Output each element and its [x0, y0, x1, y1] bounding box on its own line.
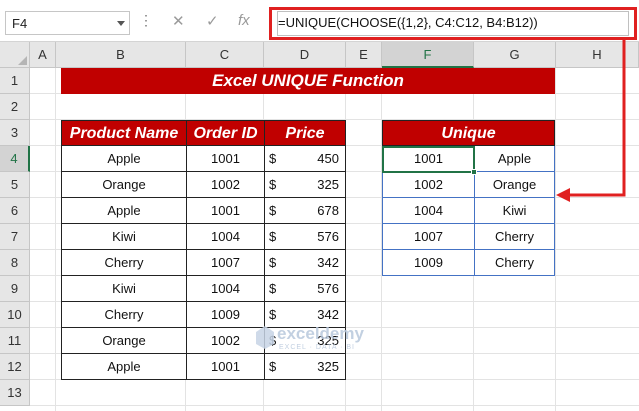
column-header-g[interactable]: G	[474, 42, 556, 68]
name-box-value: F4	[12, 16, 28, 31]
formula-input[interactable]: =UNIQUE(CHOOSE({1,2}, C4:C12, B4:B12))	[269, 7, 637, 40]
row-header-11[interactable]: 11	[0, 328, 30, 354]
formula-bar: F4 ⋮ ✕ ✓ fx =UNIQUE(CHOOSE({1,2}, C4:C12…	[0, 0, 639, 42]
unique-cell-order-id[interactable]: 1004	[382, 198, 475, 224]
currency-symbol: $	[269, 255, 277, 270]
row-header-4[interactable]: 4	[0, 146, 30, 172]
sheet-title: Excel UNIQUE Function	[61, 68, 555, 94]
cell-product-name[interactable]: Kiwi	[61, 276, 187, 302]
column-header-d[interactable]: D	[264, 42, 346, 68]
unique-cell-order-id[interactable]: 1009	[382, 250, 475, 276]
exceldemy-logo-icon	[256, 326, 274, 349]
cell-order-id[interactable]: 1009	[187, 302, 265, 328]
cell-product-name[interactable]: Cherry	[61, 250, 187, 276]
unique-cell-order-id[interactable]: 1001	[382, 146, 475, 172]
unique-cell-product[interactable]: Apple	[475, 146, 555, 172]
insert-function-icon[interactable]: fx	[238, 12, 250, 29]
column-header-e[interactable]: E	[346, 42, 382, 68]
row-header-2[interactable]: 2	[0, 94, 30, 120]
price-value: 576	[317, 281, 339, 296]
cell-order-id[interactable]: 1004	[187, 276, 265, 302]
row-header-7[interactable]: 7	[0, 224, 30, 250]
column-header-c[interactable]: C	[186, 42, 264, 68]
more-options-icon[interactable]: ⋮	[139, 12, 153, 29]
column-header-a[interactable]: A	[30, 42, 56, 68]
price-value: 576	[317, 229, 339, 244]
exceldemy-watermark: exceldemy EXCEL · DATA · BI	[255, 324, 364, 355]
header-product-name: Product Name	[61, 120, 187, 146]
gridline-horizontal	[30, 405, 639, 406]
cell-price[interactable]: $450	[265, 146, 346, 172]
row-header-13[interactable]: 13	[0, 380, 30, 406]
cell-order-id[interactable]: 1001	[187, 146, 265, 172]
row-header-10[interactable]: 10	[0, 302, 30, 328]
formula-text: =UNIQUE(CHOOSE({1,2}, C4:C12, B4:B12))	[278, 15, 538, 30]
unique-cell-order-id[interactable]: 1002	[382, 172, 475, 198]
watermark-name: exceldemy	[277, 324, 364, 343]
cell-product-name[interactable]: Apple	[61, 146, 187, 172]
unique-cell-order-id[interactable]: 1007	[382, 224, 475, 250]
price-value: 678	[317, 203, 339, 218]
currency-symbol: $	[269, 281, 277, 296]
cell-order-id[interactable]: 1001	[187, 354, 265, 380]
price-value: 325	[317, 177, 339, 192]
cell-price[interactable]: $576	[265, 224, 346, 250]
column-header-f[interactable]: F	[382, 42, 474, 68]
row-header-8[interactable]: 8	[0, 250, 30, 276]
cell-price[interactable]: $576	[265, 276, 346, 302]
cell-product-name[interactable]: Cherry	[61, 302, 187, 328]
price-value: 325	[317, 359, 339, 374]
price-value: 342	[317, 255, 339, 270]
header-unique: Unique	[382, 120, 555, 146]
unique-cell-product[interactable]: Kiwi	[475, 198, 555, 224]
unique-cell-product[interactable]: Cherry	[475, 250, 555, 276]
row-header-12[interactable]: 12	[0, 354, 30, 380]
cell-order-id[interactable]: 1001	[187, 198, 265, 224]
chevron-down-icon[interactable]	[117, 21, 125, 26]
cell-price[interactable]: $325	[265, 172, 346, 198]
cell-price[interactable]: $325	[265, 354, 346, 380]
row-header-6[interactable]: 6	[0, 198, 30, 224]
row-header-5[interactable]: 5	[0, 172, 30, 198]
cancel-icon[interactable]: ✕	[172, 12, 185, 30]
price-value: 450	[317, 151, 339, 166]
enter-icon[interactable]: ✓	[206, 12, 219, 30]
currency-symbol: $	[269, 229, 277, 244]
cell-order-id[interactable]: 1004	[187, 224, 265, 250]
cell-price[interactable]: $678	[265, 198, 346, 224]
header-order-id: Order ID	[186, 120, 265, 146]
cell-product-name[interactable]: Orange	[61, 328, 187, 354]
currency-symbol: $	[269, 151, 277, 166]
cell-order-id[interactable]: 1002	[187, 172, 265, 198]
column-header-b[interactable]: B	[56, 42, 186, 68]
cell-product-name[interactable]: Kiwi	[61, 224, 187, 250]
row-header-3[interactable]: 3	[0, 120, 30, 146]
unique-cell-product[interactable]: Cherry	[475, 224, 555, 250]
currency-symbol: $	[269, 359, 277, 374]
select-all-corner[interactable]	[0, 42, 30, 68]
currency-symbol: $	[269, 177, 277, 192]
column-header-h[interactable]: H	[556, 42, 639, 68]
cell-price[interactable]: $342	[265, 250, 346, 276]
cell-product-name[interactable]: Orange	[61, 172, 187, 198]
currency-symbol: $	[269, 203, 277, 218]
cell-order-id[interactable]: 1002	[187, 328, 265, 354]
unique-cell-product[interactable]: Orange	[475, 172, 555, 198]
fill-handle[interactable]	[471, 169, 477, 175]
header-price: Price	[264, 120, 346, 146]
cell-order-id[interactable]: 1007	[187, 250, 265, 276]
watermark-tagline: EXCEL · DATA · BI	[279, 344, 355, 351]
cell-product-name[interactable]: Apple	[61, 198, 187, 224]
row-header-1[interactable]: 1	[0, 68, 30, 94]
name-box[interactable]: F4	[5, 11, 130, 35]
row-header-9[interactable]: 9	[0, 276, 30, 302]
cell-product-name[interactable]: Apple	[61, 354, 187, 380]
